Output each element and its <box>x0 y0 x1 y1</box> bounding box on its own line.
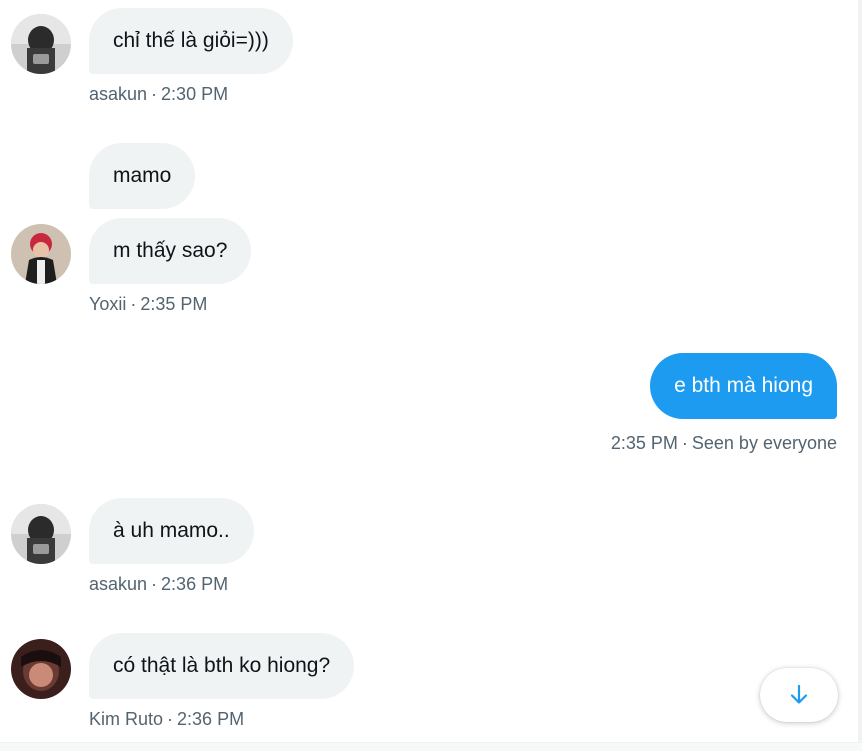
message-author[interactable]: asakun <box>89 574 147 594</box>
avatar-image <box>11 224 71 284</box>
message-text: m thấy sao? <box>113 239 228 262</box>
message-text: có thật là bth ko hiong? <box>113 654 331 677</box>
avatar-asakun[interactable] <box>11 504 71 564</box>
message-time: 2:36 PM <box>161 574 229 594</box>
scroll-to-bottom-button[interactable] <box>760 668 838 722</box>
message-text: e bth mà hiong <box>674 374 813 397</box>
message-text: à uh mamo.. <box>113 519 230 542</box>
message-time: 2:36 PM <box>177 709 245 729</box>
message-meta: asakun · 2:30 PM <box>89 84 228 105</box>
own-message-meta: 2:35 PM · Seen by everyone <box>611 433 837 454</box>
separator: · <box>151 84 158 104</box>
avatar-image <box>11 14 71 74</box>
message-author[interactable]: Kim Ruto <box>89 709 163 729</box>
message-bubble[interactable]: à uh mamo.. <box>89 498 254 564</box>
message-text: chỉ thế là giỏi=))) <box>113 29 269 52</box>
separator: · <box>167 709 174 729</box>
bottom-divider <box>0 742 862 751</box>
message-text: mamo <box>113 164 172 187</box>
avatar-yoxii[interactable] <box>11 224 71 284</box>
separator: · <box>681 433 688 453</box>
separator: · <box>130 294 137 314</box>
message-bubble[interactable]: có thật là bth ko hiong? <box>89 633 355 699</box>
own-message-bubble[interactable]: e bth mà hiong <box>650 353 837 419</box>
message-time: 2:35 PM <box>610 433 678 453</box>
message-author[interactable]: asakun <box>89 84 147 104</box>
message-bubble[interactable]: m thấy sao? <box>89 218 252 284</box>
avatar-image <box>11 504 71 564</box>
scrollbar[interactable] <box>858 0 862 751</box>
message-time: 2:30 PM <box>161 84 229 104</box>
message-bubble[interactable]: mamo <box>89 143 196 209</box>
message-meta: Kim Ruto · 2:36 PM <box>89 709 244 730</box>
avatar-asakun[interactable] <box>11 14 71 74</box>
message-meta: Yoxii · 2:35 PM <box>89 294 207 315</box>
message-time: 2:35 PM <box>140 294 208 314</box>
separator: · <box>151 574 158 594</box>
message-author[interactable]: Yoxii <box>89 294 126 314</box>
avatar-image <box>11 639 71 699</box>
avatar-kim-ruto[interactable] <box>11 639 71 699</box>
message-bubble[interactable]: chỉ thế là giỏi=))) <box>89 8 293 74</box>
message-meta: asakun · 2:36 PM <box>89 574 228 595</box>
seen-status[interactable]: Seen by everyone <box>692 433 837 453</box>
arrow-down-icon <box>790 684 808 704</box>
